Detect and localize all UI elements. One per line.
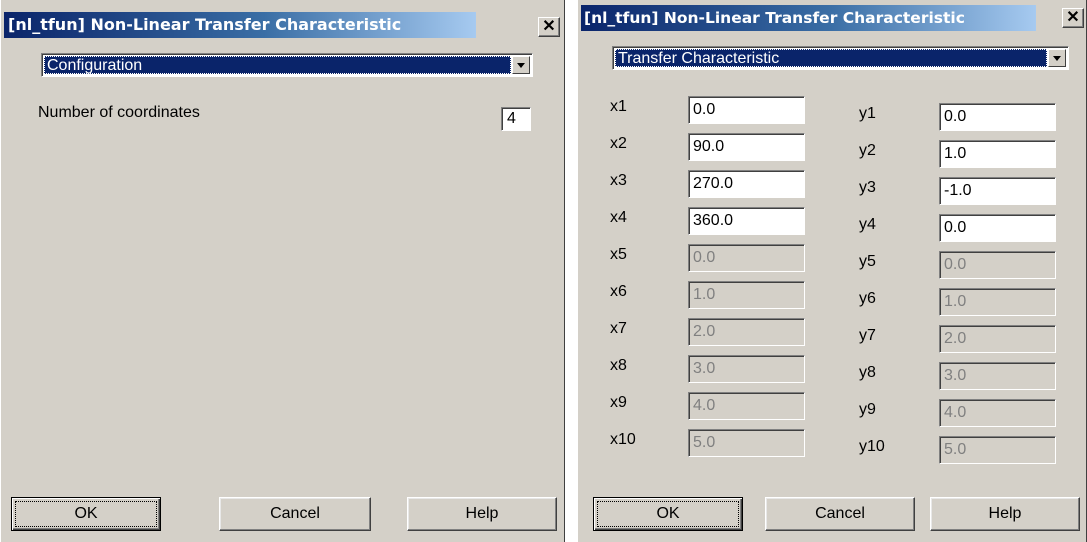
x-label: x7 bbox=[610, 320, 627, 337]
configuration-dialog: [nl_tfun] Non-Linear Transfer Characteri… bbox=[0, 0, 565, 542]
x-label: x2 bbox=[610, 135, 627, 152]
y-label: y3 bbox=[859, 179, 876, 196]
x10-field: 5.0 bbox=[688, 429, 805, 457]
x-label: x3 bbox=[610, 172, 627, 189]
x-label: x4 bbox=[610, 209, 627, 226]
dialog-title: [nl_tfun] Non-Linear Transfer Characteri… bbox=[8, 15, 402, 34]
y9-field: 4.0 bbox=[939, 399, 1056, 427]
ok-button[interactable]: OK bbox=[11, 497, 161, 531]
close-icon[interactable]: ✕ bbox=[1062, 8, 1084, 28]
y1-field[interactable]: 0.0 bbox=[939, 103, 1056, 131]
x8-field: 3.0 bbox=[688, 355, 805, 383]
cancel-button[interactable]: Cancel bbox=[765, 497, 915, 531]
num-coordinates-label: Number of coordinates bbox=[38, 104, 200, 121]
y10-field: 5.0 bbox=[939, 436, 1056, 464]
y-label: y7 bbox=[859, 327, 876, 344]
dialog-title: [nl_tfun] Non-Linear Transfer Characteri… bbox=[584, 9, 965, 27]
page-select-value: Configuration bbox=[44, 56, 511, 74]
close-icon[interactable]: ✕ bbox=[538, 17, 560, 37]
ok-button-label: OK bbox=[74, 505, 98, 522]
y-label: y9 bbox=[859, 401, 876, 418]
y2-field[interactable]: 1.0 bbox=[939, 140, 1056, 168]
cancel-button[interactable]: Cancel bbox=[219, 497, 371, 531]
page-select[interactable]: Transfer Characteristic bbox=[612, 46, 1069, 70]
y4-field[interactable]: 0.0 bbox=[939, 214, 1056, 242]
chevron-down-icon bbox=[517, 63, 525, 68]
y-label: y2 bbox=[859, 142, 876, 159]
y-label: y8 bbox=[859, 364, 876, 381]
x6-field: 1.0 bbox=[688, 281, 805, 309]
y7-field: 2.0 bbox=[939, 325, 1056, 353]
dropdown-arrow-button[interactable] bbox=[512, 56, 530, 74]
page-select-value: Transfer Characteristic bbox=[615, 49, 1047, 67]
y5-field: 0.0 bbox=[939, 251, 1056, 279]
y-label: y1 bbox=[859, 105, 876, 122]
y8-field: 3.0 bbox=[939, 362, 1056, 390]
y-label: y6 bbox=[859, 290, 876, 307]
x2-field[interactable]: 90.0 bbox=[688, 133, 805, 161]
x5-field: 0.0 bbox=[688, 244, 805, 272]
y6-field: 1.0 bbox=[939, 288, 1056, 316]
x4-field[interactable]: 360.0 bbox=[688, 207, 805, 235]
x-label: x10 bbox=[610, 431, 636, 448]
x1-field[interactable]: 0.0 bbox=[688, 96, 805, 124]
cancel-button-label: Cancel bbox=[815, 505, 865, 522]
page-select[interactable]: Configuration bbox=[41, 53, 533, 77]
y-label: y5 bbox=[859, 253, 876, 270]
x-label: x6 bbox=[610, 283, 627, 300]
x7-field: 2.0 bbox=[688, 318, 805, 346]
y3-field[interactable]: -1.0 bbox=[939, 177, 1056, 205]
x-label: x9 bbox=[610, 394, 627, 411]
y-label: y10 bbox=[859, 438, 885, 455]
help-button[interactable]: Help bbox=[930, 497, 1080, 531]
ok-button-label: OK bbox=[656, 505, 680, 522]
cancel-button-label: Cancel bbox=[270, 505, 320, 522]
help-button-label: Help bbox=[465, 505, 499, 522]
y-label: y4 bbox=[859, 216, 876, 233]
x-label: x8 bbox=[610, 357, 627, 374]
dropdown-arrow-button[interactable] bbox=[1048, 49, 1066, 67]
x3-field[interactable]: 270.0 bbox=[688, 170, 805, 198]
help-button-label: Help bbox=[988, 505, 1022, 522]
help-button[interactable]: Help bbox=[407, 497, 557, 531]
x-label: x5 bbox=[610, 246, 627, 263]
chevron-down-icon bbox=[1053, 56, 1061, 61]
title-bar[interactable]: [nl_tfun] Non-Linear Transfer Characteri… bbox=[1, 0, 564, 38]
title-bar[interactable]: [nl_tfun] Non-Linear Transfer Characteri… bbox=[578, 0, 1086, 38]
ok-button[interactable]: OK bbox=[593, 497, 743, 531]
num-coordinates-field[interactable]: 4 bbox=[501, 107, 531, 131]
transfer-characteristic-dialog: [nl_tfun] Non-Linear Transfer Characteri… bbox=[577, 0, 1087, 542]
x-label: x1 bbox=[610, 98, 627, 115]
x9-field: 4.0 bbox=[688, 392, 805, 420]
